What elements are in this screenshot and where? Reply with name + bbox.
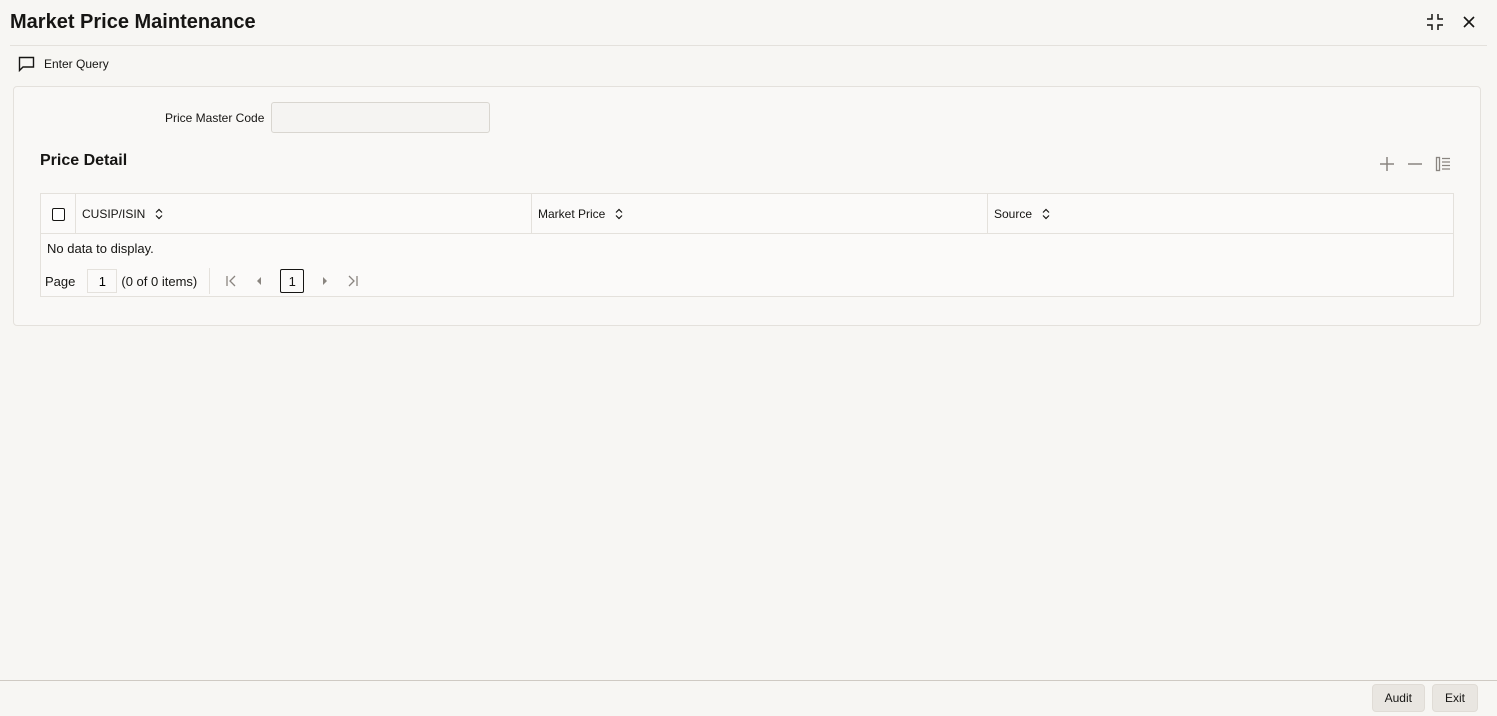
remove-icon[interactable] (1406, 155, 1424, 173)
enter-query-button[interactable]: Enter Query (18, 56, 109, 72)
last-page-icon[interactable] (346, 273, 360, 289)
column-header-source[interactable]: Source (988, 194, 1453, 234)
column-label-cusip-isin: CUSIP/ISIN (82, 207, 146, 221)
pagination: Page (0 of 0 items) 1 (45, 268, 374, 294)
footer-actions: Audit Exit (1371, 684, 1478, 712)
items-count: (0 of 0 items) (121, 273, 198, 289)
next-page-icon[interactable] (318, 273, 332, 289)
close-icon[interactable] (1459, 12, 1479, 32)
sort-icon[interactable] (155, 208, 163, 220)
column-label-source: Source (994, 207, 1033, 221)
column-header-market-price[interactable]: Market Price (532, 194, 988, 234)
footer-divider (0, 680, 1497, 681)
sort-icon[interactable] (1042, 208, 1050, 220)
page-label: Page (45, 273, 76, 289)
first-page-icon[interactable] (224, 273, 238, 289)
enter-query-label: Enter Query (44, 57, 109, 71)
add-icon[interactable] (1378, 155, 1396, 173)
current-page-button[interactable]: 1 (280, 269, 305, 293)
select-all-checkbox[interactable] (51, 207, 65, 221)
title-bar: Market Price Maintenance (0, 0, 1497, 46)
single-record-view-icon[interactable] (1434, 155, 1452, 173)
exit-button[interactable]: Exit (1431, 684, 1478, 712)
collapse-icon[interactable] (1425, 12, 1445, 32)
audit-button[interactable]: Audit (1371, 684, 1425, 712)
price-detail-title: Price Detail (40, 152, 128, 169)
price-master-code-label: Price Master Code (165, 111, 265, 125)
empty-table-message: No data to display. (47, 241, 154, 256)
price-detail-table: CUSIP/ISIN Market Price Source No data t… (40, 193, 1454, 297)
price-master-code-input[interactable] (271, 102, 490, 133)
select-all-cell (41, 194, 76, 234)
column-label-market-price: Market Price (538, 207, 606, 221)
page-title: Market Price Maintenance (10, 11, 256, 33)
query-icon (18, 56, 35, 72)
pagination-divider (209, 268, 211, 294)
column-header-cusip-isin[interactable]: CUSIP/ISIN (76, 194, 532, 234)
sort-icon[interactable] (615, 208, 623, 220)
main-panel: Price Master Code Price Detail CUSIP/ISI… (13, 86, 1481, 326)
previous-page-icon[interactable] (252, 273, 266, 289)
market-price-maintenance-window: Market Price Maintenance Enter Query Pri… (0, 0, 1497, 716)
header-divider (10, 45, 1487, 46)
window-actions (1425, 12, 1479, 32)
page-number-input[interactable] (87, 269, 118, 293)
price-detail-actions (1378, 155, 1452, 173)
table-header: CUSIP/ISIN Market Price Source (41, 194, 1453, 234)
